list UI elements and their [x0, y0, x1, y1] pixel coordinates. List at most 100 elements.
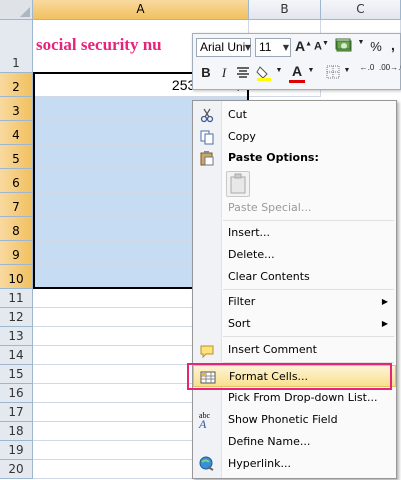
- font-size-dropdown-icon[interactable]: ▼: [280, 38, 292, 57]
- center-align-icon: [237, 67, 249, 78]
- row-number: 1: [12, 56, 20, 70]
- row-number: 2: [12, 80, 20, 94]
- menu-item-clear-contents[interactable]: Clear Contents: [193, 266, 396, 288]
- menu-item-paste-special[interactable]: Paste Special...: [193, 197, 396, 219]
- menu-item-label: Paste Options:: [228, 151, 319, 164]
- row-header-6[interactable]: 6: [0, 169, 33, 193]
- row-header-13[interactable]: 13: [0, 327, 33, 346]
- row-header-11[interactable]: 11: [0, 289, 33, 308]
- row-header-18[interactable]: 18: [0, 422, 33, 441]
- accounting-format-button[interactable]: [335, 37, 355, 55]
- row-header-9[interactable]: 9: [0, 241, 33, 265]
- paste-clipboard-icon: [226, 171, 250, 197]
- row-header-17[interactable]: 17: [0, 403, 33, 422]
- shrink-font-label: A: [314, 40, 322, 53]
- menu-separator: [223, 336, 394, 337]
- select-all-button[interactable]: [0, 0, 33, 20]
- menu-item-paste-options: Paste Options:: [193, 147, 396, 169]
- bold-button[interactable]: B: [198, 65, 214, 80]
- font-color-button[interactable]: A: [289, 63, 305, 83]
- borders-button[interactable]: [325, 64, 341, 80]
- menu-item-label: Hyperlink...: [228, 457, 291, 470]
- menu-item-delete[interactable]: Delete...: [193, 244, 396, 266]
- row-number: 4: [12, 128, 20, 142]
- row-header-10[interactable]: 10: [0, 265, 33, 289]
- row-header-16[interactable]: 16: [0, 384, 33, 403]
- menu-item-cut[interactable]: Cut: [193, 104, 396, 126]
- row-header-15[interactable]: 15: [0, 365, 33, 384]
- menu-item-label: Filter: [228, 295, 256, 308]
- menu-item-hyperlink[interactable]: Hyperlink...: [193, 453, 396, 475]
- decrease-decimal-button[interactable]: .00→.0: [379, 63, 401, 72]
- menu-separator: [223, 220, 394, 221]
- paste-icon: [199, 150, 215, 166]
- menu-item-label: Insert Comment: [228, 343, 317, 356]
- menu-item-show-phonetic-field[interactable]: abc A Show Phonetic Field: [193, 409, 396, 431]
- row-number: 10: [8, 272, 24, 286]
- row-number: 9: [12, 248, 20, 262]
- menu-item-label: Cut: [228, 108, 247, 121]
- percent-style-button[interactable]: %: [369, 39, 383, 54]
- row-header-4[interactable]: 4: [0, 121, 33, 145]
- row-header-1[interactable]: 1: [0, 20, 33, 73]
- submenu-arrow-icon: ▶: [381, 297, 388, 306]
- menu-item-label: Delete...: [228, 248, 275, 261]
- fill-color-icon: [256, 66, 271, 81]
- submenu-arrow-icon: ▶: [381, 319, 388, 328]
- menu-item-pick-from-list[interactable]: Pick From Drop-down List...: [193, 387, 396, 409]
- format-cells-icon: [200, 369, 216, 385]
- menu-item-format-cells[interactable]: Format Cells...: [193, 365, 396, 387]
- row-header-3[interactable]: 3: [0, 97, 33, 121]
- hyperlink-icon: [199, 456, 215, 472]
- row-header-12[interactable]: 12: [0, 308, 33, 327]
- row-number: 11: [8, 291, 24, 305]
- comment-icon: [199, 342, 215, 359]
- accounting-dropdown-icon[interactable]: ▼: [357, 39, 365, 46]
- font-color-dropdown-icon[interactable]: ▼: [307, 67, 315, 74]
- decrease-decimal-label: .00→.0: [379, 63, 401, 72]
- menu-separator: [223, 362, 394, 363]
- row-number: 18: [8, 424, 24, 438]
- row-header-19[interactable]: 19: [0, 441, 33, 460]
- paste-option-button[interactable]: [193, 169, 396, 199]
- phonetic-icon: abc A: [199, 411, 211, 431]
- borders-icon: [326, 65, 340, 79]
- row-number: 14: [8, 348, 24, 362]
- row-number: 3: [12, 104, 20, 118]
- menu-item-label: Pick From Drop-down List...: [228, 391, 378, 404]
- menu-item-insert[interactable]: Insert...: [193, 222, 396, 244]
- row-header-2[interactable]: 2: [0, 73, 33, 97]
- menu-item-filter[interactable]: Filter ▶: [193, 291, 396, 313]
- row-header-20[interactable]: 20: [0, 460, 33, 479]
- column-header-b[interactable]: B: [249, 0, 321, 20]
- row-header-8[interactable]: 8: [0, 217, 33, 241]
- row-header-14[interactable]: 14: [0, 346, 33, 365]
- center-align-button[interactable]: [235, 65, 251, 81]
- copy-icon: [199, 129, 215, 145]
- increase-decimal-button[interactable]: ←.0: [357, 63, 377, 72]
- menu-item-label: Sort: [228, 317, 251, 330]
- row-header-7[interactable]: 7: [0, 193, 33, 217]
- row-number: 17: [8, 405, 24, 419]
- shrink-font-button[interactable]: A▼: [314, 40, 329, 53]
- menu-item-label: Define Name...: [228, 435, 311, 448]
- increase-decimal-label: ←.0: [359, 63, 375, 72]
- menu-item-label: Insert...: [228, 226, 271, 239]
- scissors-icon: [199, 107, 215, 123]
- borders-dropdown-icon[interactable]: ▼: [343, 67, 351, 74]
- menu-item-copy[interactable]: Copy: [193, 126, 396, 148]
- comma-style-button[interactable]: ,: [387, 37, 399, 53]
- fill-color-dropdown-icon[interactable]: ▼: [275, 67, 283, 74]
- fill-color-button[interactable]: [255, 64, 273, 82]
- row-header-5[interactable]: 5: [0, 145, 33, 169]
- column-header-a[interactable]: A: [33, 0, 249, 20]
- menu-item-sort[interactable]: Sort ▶: [193, 313, 396, 335]
- menu-item-label: Format Cells...: [229, 370, 309, 383]
- font-name-dropdown-icon[interactable]: ▼: [242, 38, 254, 57]
- italic-button[interactable]: I: [217, 65, 231, 81]
- row-number: 16: [8, 386, 24, 400]
- menu-item-define-name[interactable]: Define Name...: [193, 431, 396, 453]
- menu-item-insert-comment[interactable]: Insert Comment: [193, 339, 396, 361]
- column-header-c[interactable]: C: [321, 0, 401, 20]
- grow-font-button[interactable]: A▲: [295, 38, 312, 54]
